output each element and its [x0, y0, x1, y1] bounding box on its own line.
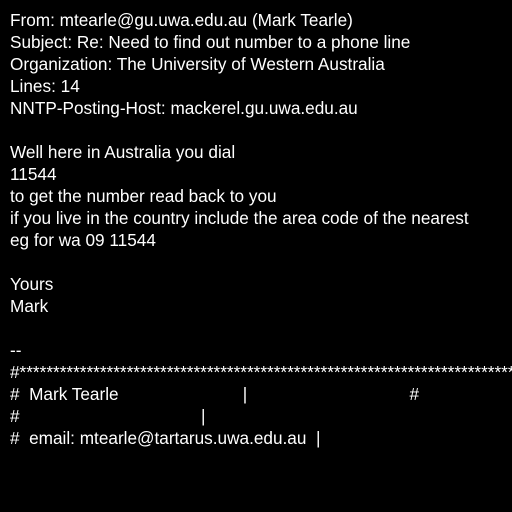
- header-from: From: mtearle@gu.uwa.edu.au (Mark Tearle…: [10, 10, 353, 30]
- body-line: 11544: [10, 164, 57, 184]
- header-organization: Organization: The University of Western …: [10, 54, 385, 74]
- signature-line: # Mark Tearle | #: [10, 384, 420, 404]
- signature-border: #***************************************…: [10, 362, 512, 382]
- closing-name: Mark: [10, 296, 49, 316]
- header-lines: Lines: 14: [10, 76, 80, 96]
- body-line: eg for wa 09 11544: [10, 230, 156, 250]
- message-text: From: mtearle@gu.uwa.edu.au (Mark Tearle…: [10, 9, 512, 449]
- body-line: if you live in the country include the a…: [10, 208, 469, 228]
- message-viewer: From: mtearle@gu.uwa.edu.au (Mark Tearle…: [0, 0, 512, 512]
- signature-separator: --: [10, 340, 22, 360]
- header-posting-host: NNTP-Posting-Host: mackerel.gu.uwa.edu.a…: [10, 98, 358, 118]
- closing-salutation: Yours: [10, 274, 54, 294]
- signature-line: # |: [10, 406, 206, 426]
- header-subject: Subject: Re: Need to find out number to …: [10, 32, 411, 52]
- body-line: to get the number read back to you: [10, 186, 277, 206]
- signature-line: # email: mtearle@tartarus.uwa.edu.au |: [10, 428, 321, 448]
- body-line: Well here in Australia you dial: [10, 142, 236, 162]
